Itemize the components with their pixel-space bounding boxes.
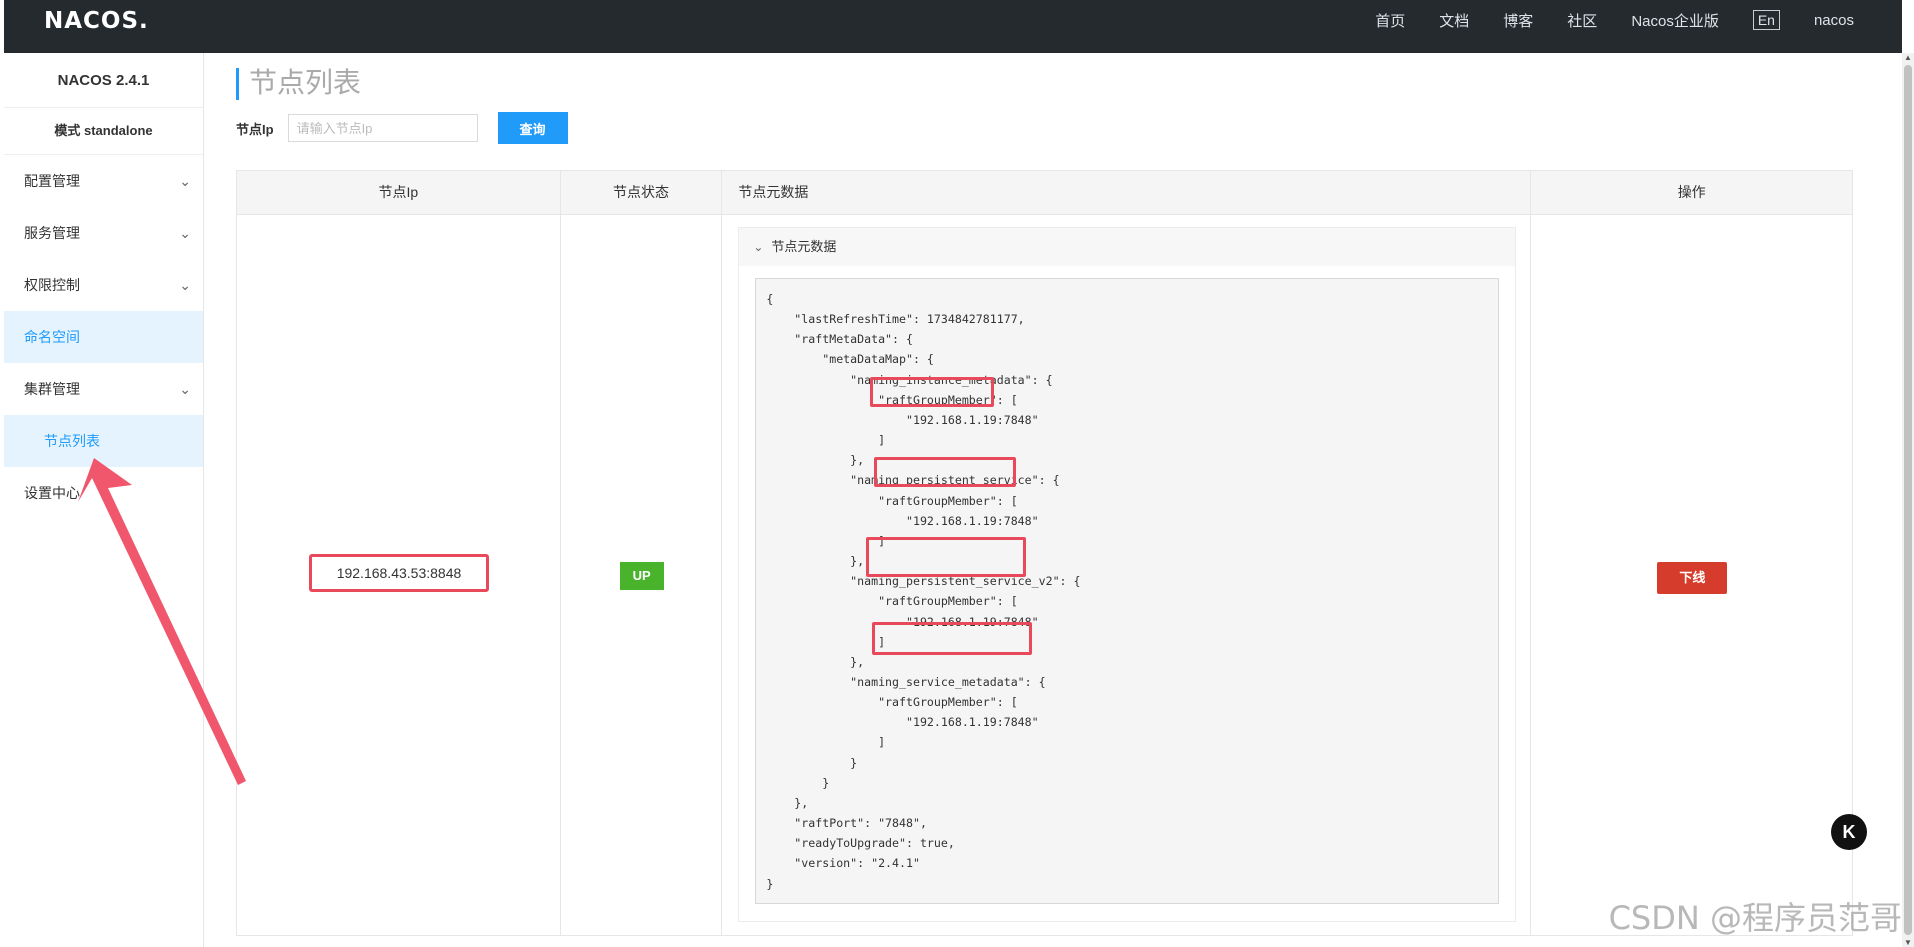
- sidebar-item-label: 服务管理: [24, 225, 80, 241]
- sidebar-item-config[interactable]: 配置管理 ⌄: [4, 155, 203, 207]
- watermark: CSDN @程序员范哥: [1608, 899, 1902, 937]
- sidebar-item-label: 命名空间: [24, 329, 80, 345]
- scrollbar-thumb[interactable]: [1904, 65, 1912, 935]
- metadata-collapse-header[interactable]: ⌄ 节点元数据: [739, 228, 1516, 266]
- sidebar-item-cluster[interactable]: 集群管理 ⌄: [4, 363, 203, 415]
- sidebar: NACOS 2.4.1 模式 standalone 配置管理 ⌄ 服务管理 ⌄ …: [4, 53, 204, 947]
- offline-button[interactable]: 下线: [1657, 562, 1728, 594]
- sidebar-item-namespace[interactable]: 命名空间: [4, 311, 203, 363]
- nacos-logo[interactable]: NACOS.: [44, 8, 149, 34]
- cell-metadata: ⌄ 节点元数据 { "lastRefreshTime": 173484278117…: [722, 215, 1532, 936]
- nav-enterprise[interactable]: Nacos企业版: [1631, 10, 1719, 31]
- sidebar-item-label: 配置管理: [24, 173, 80, 189]
- sidebar-item-label: 集群管理: [24, 381, 80, 397]
- scroll-down-icon[interactable]: ▼: [1904, 938, 1912, 947]
- page-title: 节点列表: [236, 68, 361, 100]
- highlight-box: [872, 622, 1033, 655]
- node-table: 节点Ip 节点状态 节点元数据 操作 192.168.43.53:8848 UP…: [236, 170, 1853, 936]
- node-ip-input[interactable]: [287, 114, 478, 142]
- scroll-up-icon[interactable]: ▲: [1904, 53, 1912, 62]
- node-ip-value: 192.168.43.53:8848: [309, 554, 489, 592]
- cell-action: 下线: [1531, 215, 1852, 936]
- query-button[interactable]: 查询: [497, 112, 568, 144]
- top-navbar: NACOS. 首页 文档 博客 社区 Nacos企业版 En nacos: [4, 0, 1902, 53]
- column-header-action: 操作: [1677, 184, 1706, 200]
- sidebar-item-label: 设置中心: [24, 485, 80, 501]
- sidebar-version: NACOS 2.4.1: [4, 53, 203, 108]
- status-badge: UP: [619, 562, 664, 590]
- chevron-down-icon: ⌄: [179, 277, 191, 293]
- column-header-metadata: 节点元数据: [722, 171, 1532, 214]
- cell-status: UP: [561, 215, 723, 936]
- sidebar-item-settings[interactable]: 设置中心: [4, 467, 203, 519]
- chevron-down-icon: ⌄: [179, 173, 191, 189]
- table-header: 节点Ip 节点状态 节点元数据 操作: [237, 171, 1852, 215]
- top-nav: 首页 文档 博客 社区 Nacos企业版 En nacos: [1341, 0, 1854, 40]
- cell-ip: 192.168.43.53:8848: [237, 215, 561, 936]
- language-switch-button[interactable]: En: [1752, 10, 1780, 30]
- sidebar-item-label: 节点列表: [44, 433, 100, 449]
- sidebar-item-service[interactable]: 服务管理 ⌄: [4, 207, 203, 259]
- sidebar-mode: 模式 standalone: [4, 108, 203, 155]
- filter-label: 节点Ip: [236, 121, 274, 137]
- metadata-collapse-title: 节点元数据: [771, 239, 837, 254]
- metadata-json-view: { "lastRefreshTime": 1734842781177, "raf…: [755, 278, 1500, 904]
- column-header-ip: 节点Ip: [237, 171, 561, 214]
- chevron-down-icon: ⌄: [753, 240, 764, 254]
- main-content: 节点列表 节点Ip 查询 节点Ip 节点状态 节点元数据 操作 192.168.…: [236, 53, 1914, 947]
- sidebar-item-label: 权限控制: [24, 277, 80, 293]
- highlight-box: [870, 377, 995, 407]
- floating-assistant-button[interactable]: K: [1831, 814, 1867, 850]
- nav-docs[interactable]: 文档: [1439, 10, 1469, 31]
- filter-row: 节点Ip 查询: [236, 112, 568, 144]
- nav-community[interactable]: 社区: [1567, 10, 1597, 31]
- chevron-down-icon: ⌄: [179, 225, 191, 241]
- nav-blog[interactable]: 博客: [1503, 10, 1533, 31]
- nav-home[interactable]: 首页: [1375, 10, 1405, 31]
- highlight-box: [874, 457, 1017, 487]
- highlight-box: [866, 537, 1027, 577]
- column-header-status: 节点状态: [561, 171, 723, 214]
- user-menu[interactable]: nacos: [1814, 12, 1854, 29]
- sidebar-item-node-list[interactable]: 节点列表: [4, 415, 203, 467]
- metadata-collapse: ⌄ 节点元数据 { "lastRefreshTime": 173484278117…: [738, 227, 1517, 922]
- sidebar-item-auth[interactable]: 权限控制 ⌄: [4, 259, 203, 311]
- table-row: 192.168.43.53:8848 UP ⌄ 节点元数据 { "lastRefr…: [237, 215, 1852, 936]
- page-scrollbar[interactable]: ▲ ▼: [1902, 53, 1914, 947]
- chevron-down-icon: ⌄: [179, 381, 191, 397]
